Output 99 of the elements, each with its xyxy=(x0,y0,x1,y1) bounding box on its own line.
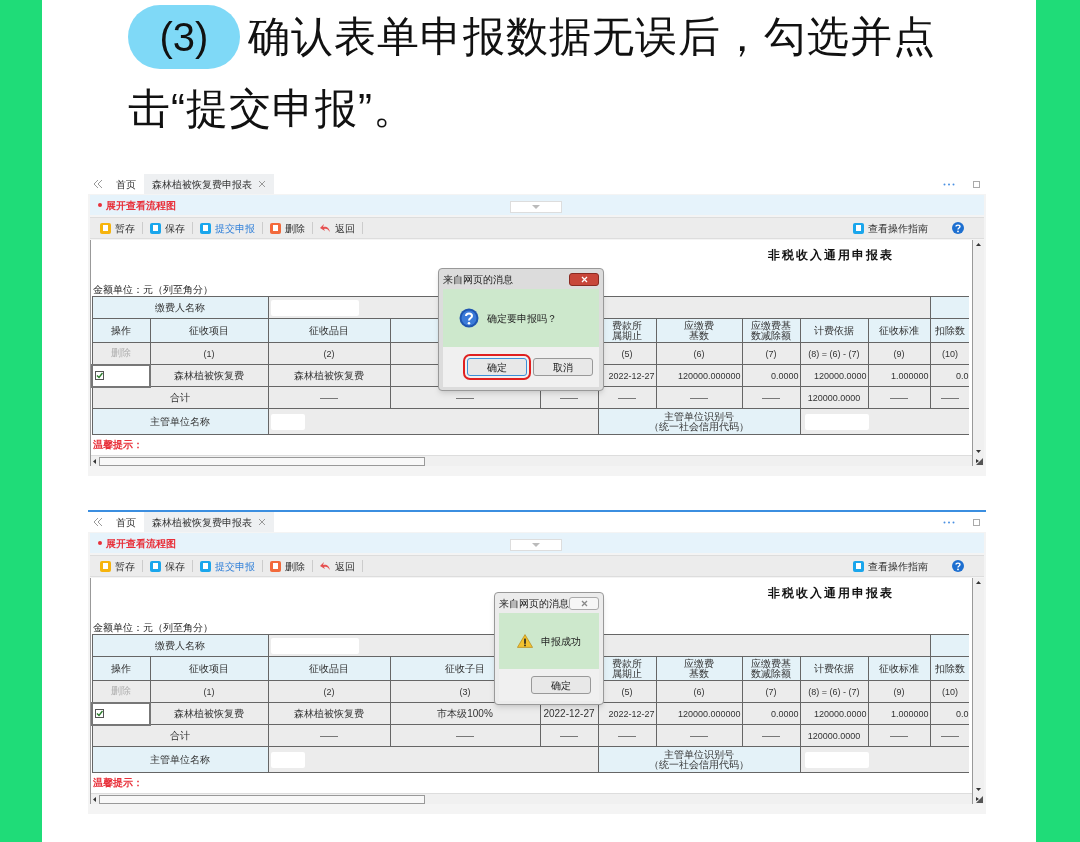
vertical-scrollbar[interactable] xyxy=(972,240,984,466)
field-label: 主管单位名称 xyxy=(92,408,268,435)
tab[interactable]: 森林植被恢复费申报表 xyxy=(144,174,274,194)
bullet-icon xyxy=(98,541,102,545)
caret-icon xyxy=(532,205,540,209)
close-icon[interactable] xyxy=(258,180,266,188)
form-title: 非税收入通用申报表 xyxy=(768,586,894,600)
scroll-thumb[interactable] xyxy=(99,794,425,804)
toolbar-button[interactable]: 返回 xyxy=(316,558,359,574)
horizontal-scrollbar[interactable] xyxy=(91,793,972,804)
toolbar-button[interactable]: 提交申报 xyxy=(196,220,259,236)
close-icon xyxy=(580,275,588,283)
dialog-button[interactable]: 取消 xyxy=(533,358,593,376)
scroll-thumb[interactable] xyxy=(99,456,425,466)
toolbar-button[interactable]: 保存 xyxy=(146,220,189,236)
left-arrow-icon[interactable] xyxy=(91,456,99,466)
close-icon[interactable] xyxy=(258,518,266,526)
column-header: 征收品目 xyxy=(268,318,390,343)
tip-label: 温馨提示： xyxy=(93,777,143,788)
field-label: 缴费人名称 xyxy=(92,634,268,657)
more-icon[interactable] xyxy=(943,521,955,524)
dialog-message: 申报成功 xyxy=(541,634,581,649)
field-label: 主管单位名称 xyxy=(92,746,268,773)
column-header: 操作 xyxy=(92,656,150,681)
collapse-handle[interactable] xyxy=(510,201,562,213)
maximize-icon[interactable] xyxy=(973,519,980,526)
step-badge: (3) xyxy=(128,4,240,69)
checkbox[interactable] xyxy=(95,709,104,719)
toolbar-button[interactable]: 删除 xyxy=(266,558,309,574)
collapse-handle[interactable] xyxy=(510,539,562,551)
input-field[interactable] xyxy=(270,299,359,316)
help-icon[interactable] xyxy=(952,222,964,234)
corner-arrows-icon xyxy=(973,456,984,466)
guide-button[interactable]: 查看操作指南 xyxy=(853,558,928,574)
input-field[interactable] xyxy=(270,751,305,768)
caret-icon xyxy=(532,543,540,547)
toolbar-button[interactable]: 提交申报 xyxy=(196,558,259,574)
corner-arrows-icon xyxy=(973,794,984,804)
field-label: 主管单位识别号 （统一社会信用代码） xyxy=(598,408,800,435)
close-button[interactable] xyxy=(569,272,599,286)
table-cell: 合计 xyxy=(92,386,268,409)
question-icon xyxy=(459,308,479,328)
dialog-title: 来自网页的消息 xyxy=(499,596,569,611)
document-icon xyxy=(150,222,161,234)
curved-arrow-icon xyxy=(320,223,331,233)
form-title: 非税收入通用申报表 xyxy=(768,248,894,262)
tab[interactable]: 森林植被恢复费申报表 xyxy=(144,512,274,532)
unit-note: 金额单位：元（列至角分） xyxy=(93,284,213,295)
input-field[interactable] xyxy=(270,413,305,430)
more-icon[interactable] xyxy=(943,183,955,186)
unit-note: 金额单位：元（列至角分） xyxy=(93,622,213,633)
toolbar-button[interactable]: 保存 xyxy=(146,558,189,574)
left-arrow-icon[interactable] xyxy=(91,794,99,804)
toolbar-button[interactable]: 返回 xyxy=(316,220,359,236)
document-icon xyxy=(150,560,161,572)
close-icon xyxy=(580,599,588,607)
document-icon xyxy=(270,560,281,572)
check-icon xyxy=(96,372,103,380)
document-icon xyxy=(100,560,111,572)
document-icon xyxy=(200,222,211,234)
checkbox[interactable] xyxy=(95,371,104,381)
column-header: 操作 xyxy=(92,318,150,343)
instruction-text: 击“提交申报”。 xyxy=(128,85,416,133)
field-label: 主管单位识别号 （统一社会信用代码） xyxy=(598,746,800,773)
toolbar-button[interactable]: 暂存 xyxy=(96,558,139,574)
table-cell: 合计 xyxy=(92,724,268,747)
column-header: 征收项目 xyxy=(150,318,268,343)
dialog-button[interactable]: 确定 xyxy=(531,676,591,694)
double-chevron-icon[interactable] xyxy=(92,517,104,527)
instruction-text: 确认表单申报数据无误后，勾选并点 xyxy=(248,13,936,61)
horizontal-scrollbar[interactable] xyxy=(91,455,972,466)
warning-icon xyxy=(517,632,533,650)
dialog-title: 来自网页的消息 xyxy=(443,272,513,287)
double-chevron-icon[interactable] xyxy=(92,179,104,189)
vertical-scrollbar[interactable] xyxy=(972,578,984,804)
field-label: 缴费人名称 xyxy=(92,296,268,319)
bullet-icon xyxy=(98,203,102,207)
column-header: 应缴费基数 xyxy=(656,656,742,681)
flow-link[interactable]: 展开查看流程图 xyxy=(106,197,176,213)
document-icon xyxy=(853,560,864,572)
guide-button[interactable]: 查看操作指南 xyxy=(853,220,928,236)
document-icon xyxy=(100,222,111,234)
table-cell: —— xyxy=(390,724,540,747)
input-field[interactable] xyxy=(270,637,359,654)
column-header: 征收品目 xyxy=(268,656,390,681)
toolbar-button[interactable]: 删除 xyxy=(266,220,309,236)
dialog-message: 确定要申报吗？ xyxy=(487,311,557,326)
curved-arrow-icon xyxy=(320,561,331,571)
toolbar-button[interactable]: 暂存 xyxy=(96,220,139,236)
document-icon xyxy=(270,222,281,234)
column-header: 应缴费基数 xyxy=(656,318,742,343)
help-icon[interactable] xyxy=(952,560,964,572)
maximize-icon[interactable] xyxy=(973,181,980,188)
document-icon xyxy=(853,222,864,234)
column-header: 征收项目 xyxy=(150,656,268,681)
document-icon xyxy=(200,560,211,572)
tip-label: 温馨提示： xyxy=(93,439,143,450)
check-icon xyxy=(96,710,103,718)
flow-link[interactable]: 展开查看流程图 xyxy=(106,535,176,551)
